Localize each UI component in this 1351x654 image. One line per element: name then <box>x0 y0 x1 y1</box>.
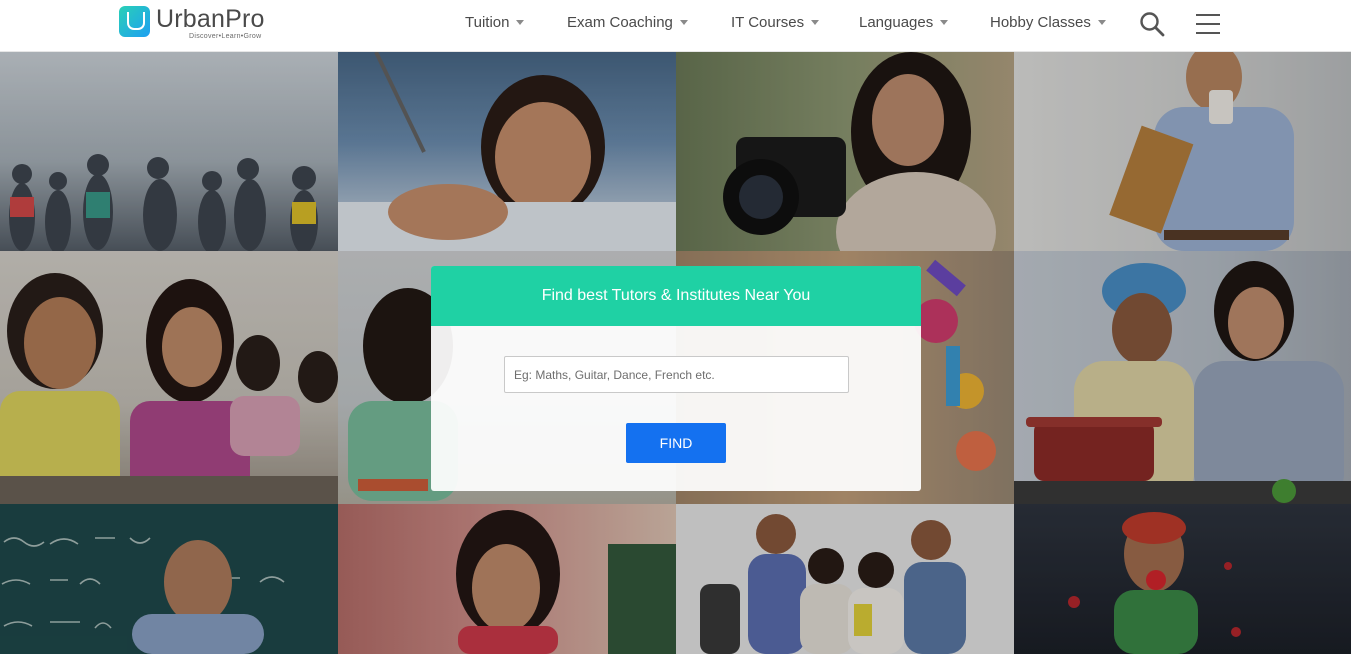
photo-overlay <box>676 52 1014 251</box>
nav-item-it-courses[interactable]: IT Courses <box>731 14 820 31</box>
search-input[interactable] <box>504 356 849 393</box>
search-icon[interactable] <box>1139 11 1165 37</box>
chevron-down-icon <box>940 19 949 25</box>
chevron-down-icon <box>679 19 688 25</box>
chevron-down-icon <box>811 19 820 25</box>
nav-item-label: Tuition <box>465 14 510 31</box>
photo-smiling-student <box>338 504 676 654</box>
photo-woman-camera <box>676 52 1014 251</box>
photo-overlay <box>338 504 676 654</box>
hamburger-menu-icon[interactable] <box>1196 14 1220 34</box>
photo-overlay <box>0 52 338 251</box>
nav-item-hobby-classes[interactable]: Hobby Classes <box>990 14 1106 31</box>
menu-bar <box>1196 23 1220 25</box>
logo-mark-icon <box>119 6 150 37</box>
nav-item-label: IT Courses <box>731 14 805 31</box>
menu-bar <box>1196 14 1220 16</box>
nav-item-label: Hobby Classes <box>990 14 1091 31</box>
logo-tagline: Discover•Learn•Grow <box>189 33 262 40</box>
photo-students-classroom <box>0 251 338 504</box>
nav-item-exam-coaching[interactable]: Exam Coaching <box>567 14 688 31</box>
site-header: UrbanPro Discover•Learn•Grow Tuition Exa… <box>0 0 1351 52</box>
photo-overlay <box>676 504 1014 654</box>
photo-overlay <box>1014 504 1351 654</box>
photo-overlay <box>1014 251 1351 504</box>
photo-classical-dancer <box>1014 504 1351 654</box>
photo-man-with-cup <box>1014 52 1351 251</box>
photo-girl-writing <box>338 52 676 251</box>
find-button[interactable]: FIND <box>626 423 726 463</box>
logo-text: UrbanPro Discover•Learn•Grow <box>156 5 265 41</box>
find-tutors-header: Find best Tutors & Institutes Near You <box>431 266 921 326</box>
nav-item-label: Languages <box>859 14 934 31</box>
search-icon-graphic <box>1140 12 1165 37</box>
logo-name: UrbanPro <box>156 5 265 33</box>
photo-students-group <box>0 52 338 251</box>
photo-overlay <box>0 504 338 654</box>
nav-item-tuition[interactable]: Tuition <box>465 14 525 31</box>
photo-cooking-class <box>1014 251 1351 504</box>
photo-college-students <box>676 504 1014 654</box>
menu-bar <box>1196 32 1220 34</box>
nav-item-label: Exam Coaching <box>567 14 673 31</box>
nav-item-languages[interactable]: Languages <box>859 14 949 31</box>
photo-overlay <box>338 52 676 251</box>
photo-overlay <box>0 251 338 504</box>
chevron-down-icon <box>516 19 525 25</box>
find-tutors-heading: Find best Tutors & Institutes Near You <box>541 287 811 304</box>
photo-overlay <box>1014 52 1351 251</box>
chevron-down-icon <box>1097 19 1106 25</box>
find-tutors-card: Find best Tutors & Institutes Near You F… <box>431 266 921 491</box>
photo-teacher-blackboard <box>0 504 338 654</box>
urbanpro-logo[interactable]: UrbanPro Discover•Learn•Grow <box>119 5 265 45</box>
